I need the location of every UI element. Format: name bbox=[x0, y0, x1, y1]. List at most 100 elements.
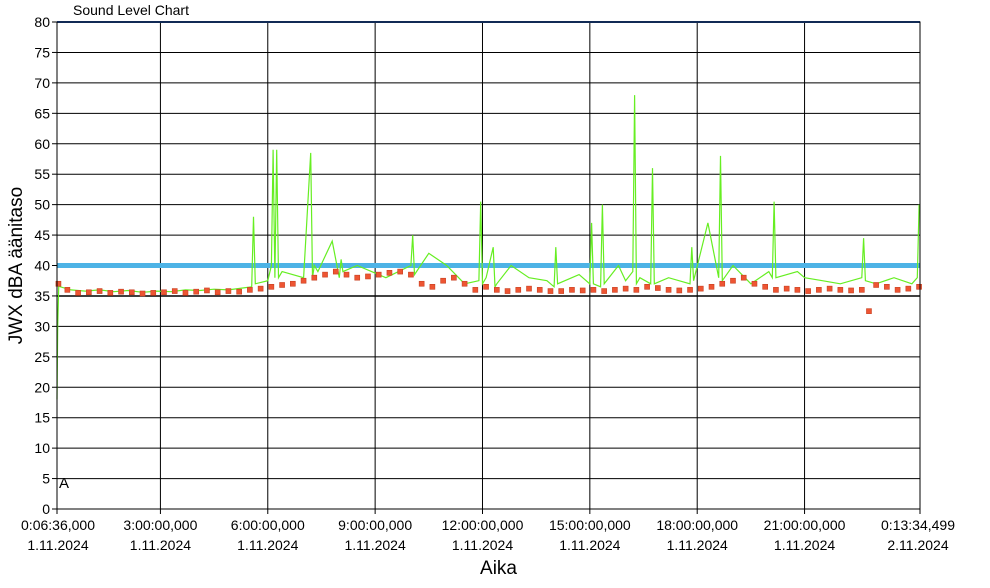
x-tick-label-date: 1.11.2024 bbox=[27, 537, 88, 553]
marker-label-a: A bbox=[59, 475, 69, 492]
y-tick-label: 15 bbox=[34, 410, 50, 426]
y-tick-label: 25 bbox=[34, 349, 50, 365]
series-marker bbox=[873, 282, 879, 288]
series-marker bbox=[279, 282, 285, 288]
series-marker bbox=[526, 285, 532, 292]
y-tick-label: 50 bbox=[34, 197, 50, 213]
series-marker bbox=[268, 284, 275, 290]
series-marker bbox=[290, 280, 296, 287]
y-axis-title: JWX dBA äänitaso bbox=[6, 187, 27, 344]
series-marker bbox=[408, 271, 414, 278]
y-tick-label: 70 bbox=[34, 75, 50, 91]
series-marker bbox=[579, 287, 586, 294]
y-tick-label: 45 bbox=[34, 227, 50, 243]
series-marker bbox=[96, 288, 103, 294]
y-tick-label: 5 bbox=[42, 471, 50, 487]
series-marker bbox=[386, 270, 393, 276]
x-tick-label-time: 21:00:00,000 bbox=[764, 517, 846, 533]
series-marker bbox=[64, 287, 71, 293]
y-tick-label: 60 bbox=[34, 136, 50, 152]
series-marker bbox=[461, 280, 468, 287]
series-marker bbox=[182, 290, 189, 296]
x-tick-label-time: 9:00:00,000 bbox=[338, 517, 412, 533]
series-marker bbox=[536, 287, 543, 293]
y-tick-label: 55 bbox=[34, 166, 50, 182]
series-marker bbox=[794, 287, 801, 293]
series-marker bbox=[236, 288, 242, 295]
y-tick-label: 0 bbox=[42, 501, 50, 517]
series-marker bbox=[128, 289, 135, 296]
x-tick-label-date: 1.11.2024 bbox=[130, 537, 191, 553]
series-marker bbox=[204, 287, 210, 294]
x-tick-label-date: 1.11.2024 bbox=[774, 537, 835, 553]
series-marker bbox=[257, 285, 264, 292]
chart-title: Sound Level Chart bbox=[73, 2, 189, 18]
series-marker bbox=[472, 287, 479, 293]
x-tick-label-time: 0:13:34,499 bbox=[881, 517, 955, 533]
series-marker bbox=[75, 290, 81, 296]
series-marker bbox=[225, 288, 232, 294]
series-marker bbox=[601, 288, 607, 294]
series-marker bbox=[118, 288, 124, 295]
series-marker bbox=[322, 271, 328, 278]
series-marker bbox=[665, 287, 672, 293]
y-tick-label: 65 bbox=[34, 105, 50, 121]
series-marker bbox=[816, 287, 822, 293]
series-marker bbox=[655, 285, 661, 291]
series-marker bbox=[740, 274, 747, 281]
series-marker bbox=[622, 285, 629, 292]
series-marker bbox=[644, 284, 650, 290]
series-marker bbox=[354, 274, 361, 281]
sound-level-chart: Sound Level Chart A 0 5 10 15 20 25 30 35 40 45 50… bbox=[6, 2, 955, 579]
series-marker bbox=[547, 288, 554, 294]
x-tick-label-date: 2.11.2024 bbox=[887, 537, 948, 553]
series-marker bbox=[107, 290, 114, 296]
series-marker bbox=[569, 287, 575, 293]
series-marker bbox=[311, 274, 318, 281]
series-marker bbox=[214, 289, 221, 296]
series-marker bbox=[429, 284, 436, 290]
x-tick-label-time: 6:00:00,000 bbox=[231, 517, 305, 533]
y-tick-label: 40 bbox=[34, 258, 50, 274]
series-marker bbox=[494, 287, 500, 293]
series-marker bbox=[783, 285, 790, 292]
series-marker bbox=[397, 268, 403, 275]
series-marker bbox=[633, 287, 640, 293]
series-marker bbox=[916, 284, 922, 290]
series-marker bbox=[558, 288, 565, 294]
y-tick-label: 10 bbox=[34, 440, 50, 456]
x-tick-label-date: 1.11.2024 bbox=[345, 537, 406, 553]
series-marker bbox=[676, 287, 683, 294]
x-tick-label-time: 18:00:00,000 bbox=[656, 517, 738, 533]
series-marker bbox=[848, 287, 854, 294]
y-axis-ticks: 0 5 10 15 20 25 30 35 40 45 50 55 60 65 70 75 80 bbox=[34, 14, 57, 517]
x-tick-label-time: 12:00:00,000 bbox=[442, 517, 524, 533]
x-axis-ticks: 0:06:36,000 1.11.2024 3:00:00,000 1.11.2024… bbox=[21, 509, 955, 553]
series-marker bbox=[687, 287, 693, 293]
series-marker bbox=[86, 289, 92, 296]
y-tick-label: 30 bbox=[34, 318, 50, 334]
x-tick-label-date: 1.11.2024 bbox=[559, 537, 620, 553]
series-marker bbox=[751, 280, 758, 287]
series-marker bbox=[590, 287, 597, 293]
series-marker bbox=[171, 288, 178, 294]
series-marker bbox=[247, 287, 253, 293]
series-marker bbox=[504, 288, 511, 294]
series-marker bbox=[730, 277, 736, 284]
series-marker bbox=[837, 287, 844, 293]
x-tick-label-time: 3:00:00,000 bbox=[123, 517, 197, 533]
series-marker bbox=[483, 284, 489, 290]
series-marker bbox=[300, 277, 307, 284]
series-marker bbox=[805, 288, 811, 294]
x-tick-label-date: 1.11.2024 bbox=[667, 537, 728, 553]
y-tick-label: 75 bbox=[34, 44, 50, 60]
series-marker bbox=[905, 285, 912, 292]
x-axis-title: Aika bbox=[480, 558, 517, 579]
series-marker bbox=[139, 290, 146, 297]
series-marker bbox=[440, 277, 446, 284]
series-marker bbox=[418, 280, 425, 287]
series-marker bbox=[773, 287, 779, 293]
series-marker bbox=[826, 285, 833, 292]
plot-area: A bbox=[55, 21, 922, 510]
series-marker bbox=[193, 288, 200, 295]
